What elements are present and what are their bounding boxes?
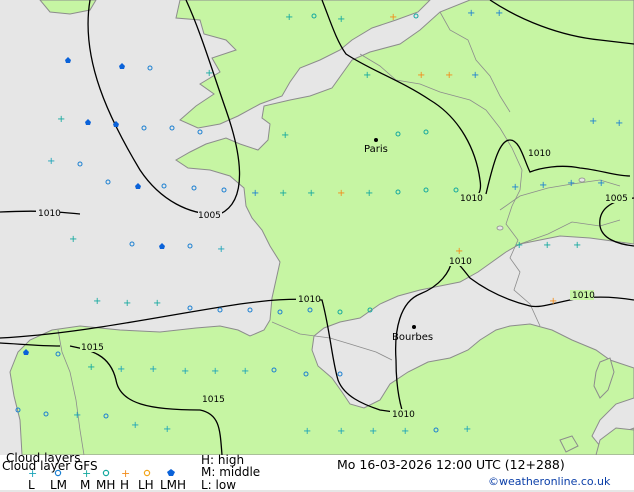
city-label-bourbes: Bourbes bbox=[392, 332, 433, 343]
cloud-symbol-plus: + bbox=[205, 68, 213, 79]
cloud-symbol-plus: + bbox=[163, 424, 171, 435]
cloud-symbol-plus: + bbox=[573, 240, 581, 251]
legend-icon-mh bbox=[102, 469, 110, 477]
cloud-symbol-plus: + bbox=[87, 362, 95, 373]
cloud-symbol-plus: + bbox=[389, 12, 397, 23]
cloud-symbol-plus: + bbox=[549, 296, 557, 307]
cloud-symbol-plus: + bbox=[337, 188, 345, 199]
cloud-symbol-plus: + bbox=[117, 364, 125, 375]
isobar-label: 1010 bbox=[460, 194, 483, 204]
key-middle: M: middle bbox=[201, 465, 261, 479]
cloud-symbol-plus: + bbox=[615, 118, 623, 129]
cloud-symbol-plus: + bbox=[337, 14, 345, 25]
isobar-label: 1010 bbox=[38, 209, 61, 219]
cloud-symbol-plus: + bbox=[597, 178, 605, 189]
cloud-symbol-plus: + bbox=[363, 70, 371, 81]
cloud-symbol-plus: + bbox=[455, 246, 463, 257]
cloud-symbol-plus: + bbox=[369, 426, 377, 437]
legend-icon-lmh bbox=[167, 469, 175, 476]
isobar-label: 1010 bbox=[449, 257, 472, 267]
weather-map: 1010 1005 1010 1010 1010 1005 1010 1010 … bbox=[0, 0, 634, 456]
isobar-label: 1015 bbox=[202, 395, 225, 405]
legend-label-lmh: LMH bbox=[160, 478, 187, 492]
cloud-symbol-plus: + bbox=[149, 364, 157, 375]
cloud-symbol-plus: + bbox=[307, 188, 315, 199]
cloud-symbol-plus: + bbox=[281, 130, 289, 141]
cloud-symbol-plus: + bbox=[217, 244, 225, 255]
credit-link[interactable]: ©weatheronline.co.uk bbox=[488, 476, 610, 488]
legend-label-lm: LM bbox=[50, 478, 68, 492]
cloud-symbol-plus: + bbox=[303, 426, 311, 437]
city-dot-paris bbox=[374, 138, 378, 142]
cloud-symbol-plus: + bbox=[251, 188, 259, 199]
cloud-symbol-plus: + bbox=[47, 156, 55, 167]
legend-label-mh: MH bbox=[96, 478, 116, 492]
cloud-symbol-plus: + bbox=[515, 240, 523, 251]
cloud-symbol-plus: + bbox=[511, 182, 519, 193]
legend-icon-lh bbox=[143, 469, 151, 477]
cloud-symbol-plus: + bbox=[467, 8, 475, 19]
isobar-label: 1005 bbox=[605, 194, 628, 204]
isobar-label: 1005 bbox=[198, 211, 221, 221]
cloud-symbol-plus: + bbox=[471, 70, 479, 81]
cloud-symbol-plus: + bbox=[539, 180, 547, 191]
cloud-symbol-plus: + bbox=[279, 188, 287, 199]
city-dot-bourbes bbox=[412, 325, 416, 329]
legend-label-lh: LH bbox=[138, 478, 154, 492]
cloud-symbol-plus: + bbox=[241, 366, 249, 377]
cloud-symbol-plus: + bbox=[123, 298, 131, 309]
isobar-label: 1015 bbox=[81, 343, 104, 353]
cloud-symbol-plus: + bbox=[445, 70, 453, 81]
legend-label-l: L bbox=[28, 478, 35, 492]
cloud-symbol-plus: + bbox=[211, 366, 219, 377]
cloud-symbol-plus: + bbox=[153, 298, 161, 309]
map-footer: Cloud layers Cloud layer GFS + + + L LM … bbox=[0, 452, 634, 492]
cloud-symbol-plus: + bbox=[589, 116, 597, 127]
cloud-symbol-plus: + bbox=[543, 240, 551, 251]
cloud-symbol-plus: + bbox=[401, 426, 409, 437]
isobar-label: 1010 bbox=[298, 295, 321, 305]
cloud-symbol-plus: + bbox=[57, 114, 65, 125]
forecast-datetime: Mo 16-03-2026 12:00 UTC (12+288) bbox=[337, 457, 565, 472]
cloud-symbol-plus: + bbox=[495, 8, 503, 19]
isobar-label: 1010 bbox=[572, 291, 595, 301]
key-low: L: low bbox=[201, 478, 237, 492]
cloud-symbol-plus: + bbox=[69, 234, 77, 245]
cloud-symbol-plus: + bbox=[337, 426, 345, 437]
isobar-label: 1010 bbox=[392, 410, 415, 420]
cloud-symbol-plus: + bbox=[285, 12, 293, 23]
cloud-symbol-plus: + bbox=[131, 420, 139, 431]
isobar-label: 1010 bbox=[528, 149, 551, 159]
cloud-symbol-plus: + bbox=[463, 424, 471, 435]
lake-constance bbox=[578, 177, 586, 183]
map-canvas: 1010 1005 1010 1010 1010 1005 1010 1010 … bbox=[0, 0, 634, 456]
lake-geneva bbox=[496, 225, 504, 231]
cloud-symbol-plus: + bbox=[567, 178, 575, 189]
cloud-symbol-plus: + bbox=[365, 188, 373, 199]
legend-label-h: H bbox=[120, 478, 130, 492]
cloud-symbol-plus: + bbox=[73, 410, 81, 421]
city-label-paris: Paris bbox=[364, 144, 388, 155]
legend-label-m: M bbox=[80, 478, 91, 492]
cloud-symbol-plus: + bbox=[181, 366, 189, 377]
cloud-symbol-plus: + bbox=[93, 296, 101, 307]
cloud-symbol-plus: + bbox=[417, 70, 425, 81]
legend-icon-lm bbox=[54, 469, 62, 477]
